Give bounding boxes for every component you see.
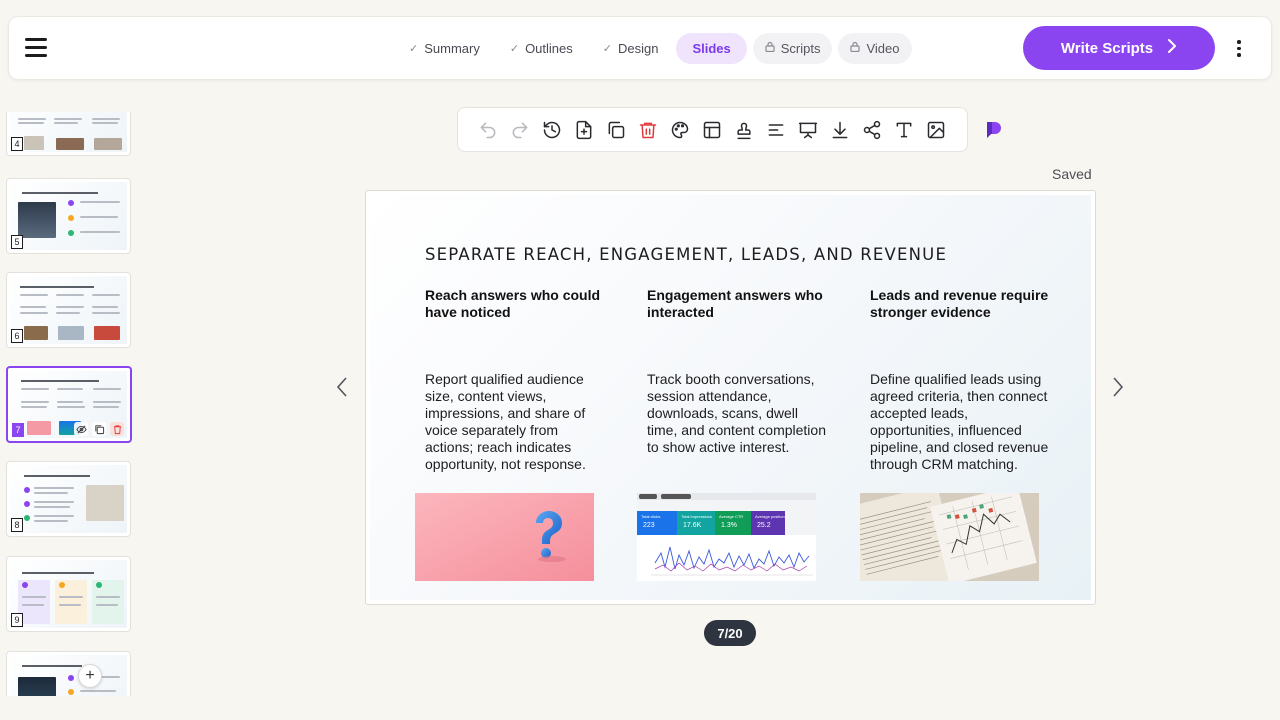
align-icon[interactable] xyxy=(760,114,792,146)
thumbnail-preview xyxy=(10,560,127,628)
tile-value: 223 xyxy=(643,522,655,529)
hide-slide-icon[interactable] xyxy=(74,422,88,436)
step-label: Slides xyxy=(692,40,731,56)
duplicate-slide-icon[interactable] xyxy=(92,422,106,436)
slide-number: 6 xyxy=(11,329,23,343)
step-label: Scripts xyxy=(780,40,821,56)
step-video[interactable]: Video xyxy=(838,32,912,64)
thumbnail-preview xyxy=(10,276,127,344)
slide-column-revenue: Leads and revenue require stronger evide… xyxy=(870,287,1050,472)
slide-number: 8 xyxy=(11,518,23,532)
text-icon[interactable] xyxy=(888,114,920,146)
slide-thumbnail[interactable]: 9 xyxy=(6,556,131,632)
chevron-right-icon xyxy=(1167,38,1177,59)
step-design[interactable]: ✓ Design xyxy=(591,33,671,64)
slide-column-reach: Reach answers who could have noticed Rep… xyxy=(425,287,605,472)
step-label: Design xyxy=(617,40,659,56)
next-slide-icon[interactable] xyxy=(1108,374,1128,400)
step-summary[interactable]: ✓ Summary xyxy=(397,33,492,64)
column-heading[interactable]: Engagement answers who interacted xyxy=(647,287,827,337)
theme-palette-icon[interactable] xyxy=(664,114,696,146)
assistant-icon[interactable] xyxy=(982,118,1004,140)
question-mark-image[interactable] xyxy=(415,493,594,581)
slide-thumbnail[interactable]: 5 xyxy=(6,178,131,254)
column-body[interactable]: Report qualified audience size, content … xyxy=(425,371,605,473)
tile-label: Total impressions xyxy=(681,514,712,519)
lock-icon xyxy=(850,41,861,55)
slide-thumbnail[interactable]: 4 xyxy=(6,112,131,156)
slide-canvas[interactable]: SEPARATE REACH, ENGAGEMENT, LEADS, AND R… xyxy=(365,190,1096,605)
step-slides[interactable]: Slides xyxy=(676,32,747,64)
delete-slide-icon[interactable] xyxy=(110,422,124,436)
slide-content: SEPARATE REACH, ENGAGEMENT, LEADS, AND R… xyxy=(370,195,1091,600)
thumbnail-preview xyxy=(10,182,127,250)
add-slide-icon[interactable] xyxy=(568,114,600,146)
check-icon: ✓ xyxy=(509,42,520,55)
column-heading[interactable]: Leads and revenue require stronger evide… xyxy=(870,287,1050,337)
redo-icon[interactable] xyxy=(504,114,536,146)
add-slide-button[interactable]: + xyxy=(78,664,102,688)
slide-number: 7 xyxy=(12,423,24,437)
history-icon[interactable] xyxy=(536,114,568,146)
download-icon[interactable] xyxy=(824,114,856,146)
slide-column-engagement: Engagement answers who interacted Track … xyxy=(647,287,827,455)
thumbnail-preview xyxy=(10,112,127,152)
write-scripts-button[interactable]: Write Scripts xyxy=(1023,26,1215,70)
slide-number: 9 xyxy=(11,613,23,627)
undo-icon[interactable] xyxy=(472,114,504,146)
tile-label: Total clicks xyxy=(641,514,660,519)
tile-value: 1.3% xyxy=(721,522,737,529)
check-icon: ✓ xyxy=(602,42,612,55)
slide-thumbnail[interactable]: 10 xyxy=(6,651,131,696)
share-icon[interactable] xyxy=(856,114,888,146)
delete-icon[interactable] xyxy=(632,114,664,146)
tile-label: Average position xyxy=(755,514,785,519)
tile-value: 25.2 xyxy=(757,522,771,529)
stamp-icon[interactable] xyxy=(728,114,760,146)
image-icon[interactable] xyxy=(920,114,952,146)
check-icon: ✓ xyxy=(409,42,419,55)
slide-number: 4 xyxy=(11,137,23,151)
slide-thumbnail[interactable]: 6 xyxy=(6,272,131,348)
tile-label: Average CTR xyxy=(719,514,743,519)
column-body[interactable]: Define qualified leads using agreed crit… xyxy=(870,371,1050,473)
slide-number: 5 xyxy=(11,235,23,249)
step-label: Video xyxy=(866,40,900,56)
thumbnail-preview xyxy=(10,655,127,696)
slide-toolbar xyxy=(457,107,968,152)
lock-icon xyxy=(765,41,775,55)
slide-thumbnail-list[interactable]: 4 5 6 7 8 9 xyxy=(0,112,140,696)
layout-icon[interactable] xyxy=(696,114,728,146)
thumbnail-actions xyxy=(74,422,124,436)
step-scripts[interactable]: Scripts xyxy=(752,32,833,64)
column-body[interactable]: Track booth conversations, session atten… xyxy=(647,371,827,456)
tile-value: 17.6K xyxy=(683,522,702,529)
top-bar: ✓ Summary ✓ Outlines ✓ Design Slides Scr… xyxy=(8,16,1272,80)
printed-charts-image[interactable] xyxy=(860,493,1039,581)
step-outlines[interactable]: ✓ Outlines xyxy=(498,33,585,64)
workflow-steps: ✓ Summary ✓ Outlines ✓ Design Slides Scr… xyxy=(397,32,912,64)
write-scripts-label: Write Scripts xyxy=(1060,39,1154,57)
step-label: Outlines xyxy=(525,40,573,56)
duplicate-icon[interactable] xyxy=(600,114,632,146)
present-icon[interactable] xyxy=(792,114,824,146)
save-status: Saved xyxy=(1052,166,1092,182)
more-options-icon[interactable] xyxy=(1231,37,1247,61)
slide-thumbnail[interactable]: 8 xyxy=(6,461,131,537)
menu-icon[interactable] xyxy=(25,38,47,58)
analytics-dashboard-image[interactable]: Total clicks 223 Total impressions 17.6K… xyxy=(637,493,816,581)
previous-slide-icon[interactable] xyxy=(332,374,352,400)
column-heading[interactable]: Reach answers who could have noticed xyxy=(425,287,605,337)
slide-counter: 7/20 xyxy=(704,620,756,646)
step-label: Summary xyxy=(424,40,480,56)
slide-title[interactable]: SEPARATE REACH, ENGAGEMENT, LEADS, AND R… xyxy=(425,245,947,264)
thumbnail-preview xyxy=(10,465,127,533)
slide-thumbnail-selected[interactable]: 7 xyxy=(6,366,132,443)
